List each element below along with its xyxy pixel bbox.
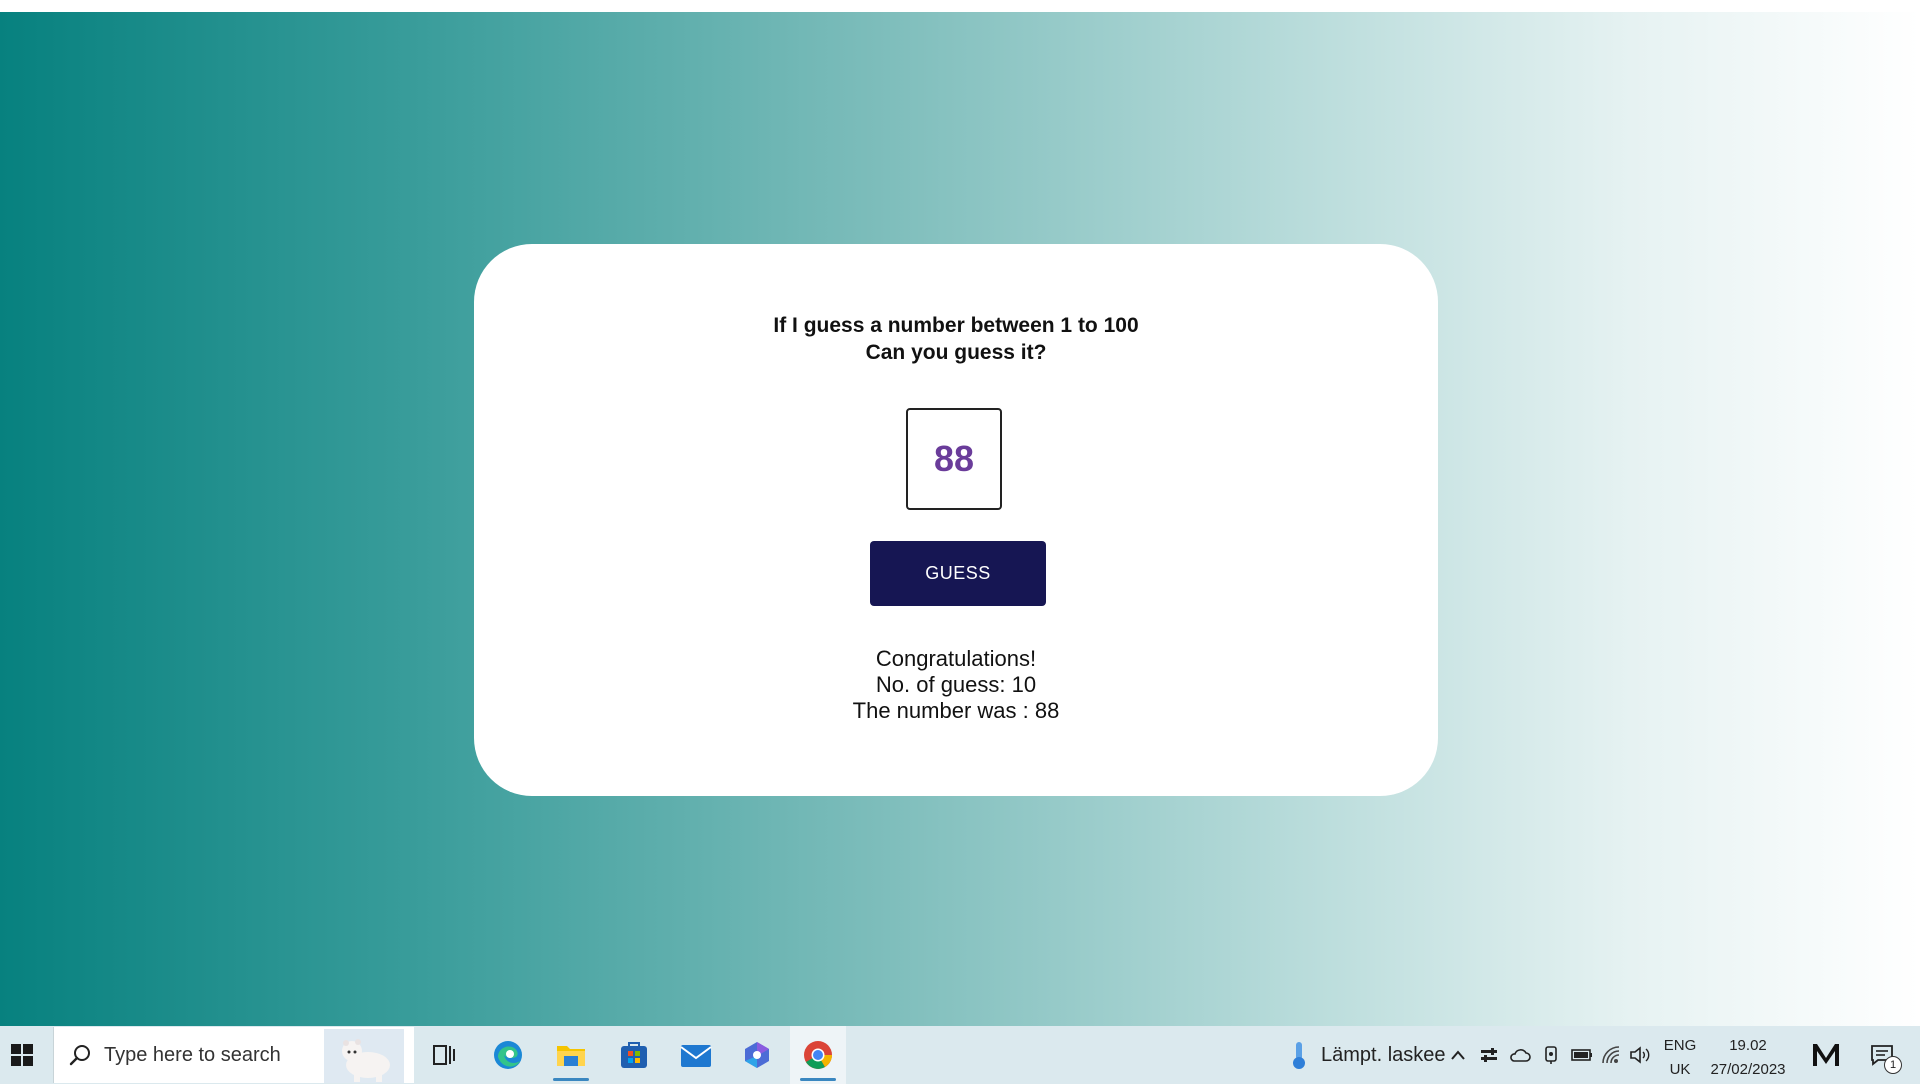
chevron-up-icon [1451, 1050, 1465, 1060]
taskbar-clock[interactable]: 19.02 27/02/2023 [1700, 1034, 1796, 1082]
meet-now-tray[interactable] [1806, 1038, 1846, 1072]
search-placeholder: Type here to search [104, 1044, 281, 1066]
speaker-icon [1630, 1046, 1650, 1064]
task-view-icon [433, 1045, 455, 1065]
start-button[interactable] [0, 1026, 44, 1084]
edge-taskbar-button[interactable] [480, 1026, 536, 1084]
battery-icon [1571, 1049, 1592, 1061]
heading-line-2: Can you guess it? [865, 341, 1047, 364]
wifi-tray[interactable] [1601, 1043, 1623, 1067]
input-language-indicator[interactable]: ENG UK [1660, 1034, 1700, 1082]
game-heading: If I guess a number between 1 to 100 Can… [474, 312, 1438, 366]
clock-time: 19.02 [1729, 1037, 1767, 1054]
taskbar: Type here to search Lämpt. laskee ENG UK… [0, 1026, 1920, 1084]
result-guess-count: No. of guess: 10 [875, 672, 1037, 697]
polar-bear-icon [324, 1029, 404, 1083]
wifi-icon [1602, 1046, 1620, 1064]
battery-tray[interactable] [1571, 1043, 1593, 1067]
onedrive-tray[interactable] [1509, 1043, 1531, 1067]
windows-icon [11, 1044, 33, 1066]
network-settings-tray[interactable] [1478, 1043, 1500, 1067]
copilot-taskbar-button[interactable] [729, 1026, 785, 1084]
folder-icon [557, 1046, 585, 1066]
page-background: If I guess a number between 1 to 100 Can… [0, 12, 1920, 1026]
chrome-icon [804, 1041, 832, 1069]
edge-icon [494, 1041, 522, 1069]
mail-icon [680, 1045, 712, 1067]
store-icon [621, 1042, 647, 1068]
m-logo-icon [1813, 1044, 1839, 1066]
weather-label[interactable]: Lämpt. laskee [1321, 1044, 1446, 1067]
lang-region: UK [1669, 1061, 1691, 1078]
sliders-icon [1481, 1048, 1497, 1062]
game-card: If I guess a number between 1 to 100 Can… [474, 244, 1438, 796]
volume-tray[interactable] [1629, 1043, 1651, 1067]
weather-widget-button[interactable] [1284, 1040, 1314, 1070]
guess-number-input[interactable]: 88 [906, 408, 1002, 510]
search-icon [69, 1045, 90, 1066]
taskbar-search-input[interactable]: Type here to search [53, 1027, 414, 1083]
mail-taskbar-button[interactable] [668, 1026, 724, 1084]
heading-line-1: If I guess a number between 1 to 100 [773, 314, 1139, 337]
chrome-taskbar-button[interactable] [790, 1026, 846, 1084]
file-explorer-taskbar-button[interactable] [543, 1026, 599, 1084]
result-message: Congratulations! No. of guess: 10 The nu… [474, 646, 1438, 724]
store-taskbar-button[interactable] [606, 1026, 662, 1084]
task-view-button[interactable] [416, 1026, 472, 1084]
clock-date: 27/02/2023 [1710, 1061, 1786, 1078]
result-congrats: Congratulations! [875, 646, 1037, 671]
notification-count-badge: 1 [1884, 1056, 1902, 1074]
cloud-icon [1510, 1049, 1531, 1062]
device-tray[interactable] [1540, 1043, 1562, 1067]
device-icon [1545, 1046, 1557, 1064]
thermometer-icon [1293, 1042, 1305, 1069]
result-number: The number was : 88 [852, 698, 1060, 723]
guess-button[interactable]: GUESS [870, 541, 1046, 606]
copilot-icon [745, 1042, 769, 1068]
show-hidden-icons-button[interactable] [1447, 1043, 1469, 1067]
lang-code: ENG [1663, 1037, 1697, 1054]
